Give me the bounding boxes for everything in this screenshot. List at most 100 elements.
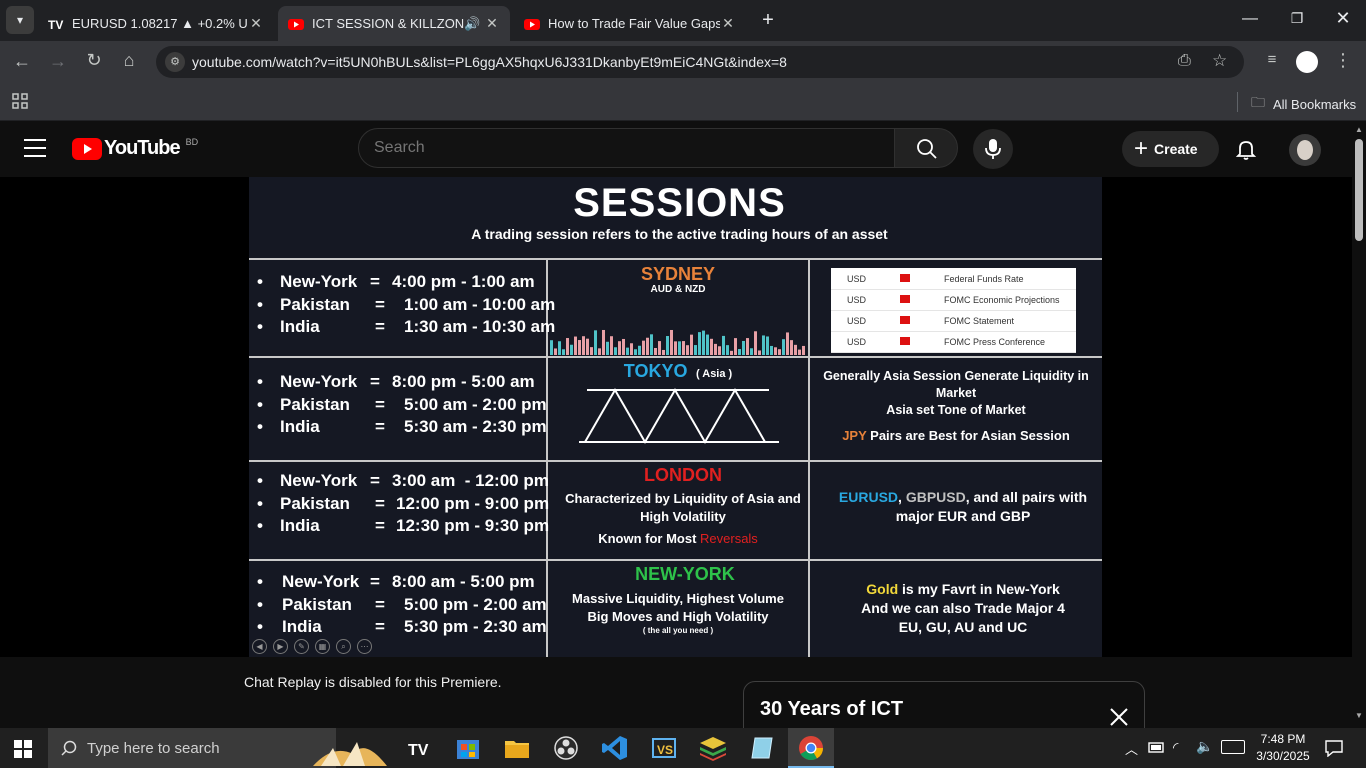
- candle-bar: [646, 337, 649, 355]
- guide-menu-icon[interactable]: [24, 139, 46, 157]
- candle-bar: [750, 348, 753, 355]
- obs-app-icon[interactable]: [551, 733, 581, 763]
- voice-search-button[interactable]: [973, 129, 1013, 169]
- time-range: 5:00 pm - 2:00 am: [404, 594, 547, 614]
- candle-bar: [698, 332, 701, 355]
- restore-button[interactable]: ❐: [1283, 10, 1311, 30]
- country-code: BD: [185, 136, 199, 147]
- candle-bar: [582, 336, 585, 355]
- divider: [249, 258, 1102, 260]
- tradingview-icon: TV: [48, 18, 63, 32]
- apps-grid-icon[interactable]: [11, 92, 29, 110]
- more-options-icon[interactable]: ⋯: [357, 639, 372, 654]
- battery-icon[interactable]: [1147, 740, 1165, 754]
- scroll-up-arrow[interactable]: ▲: [1355, 125, 1363, 134]
- page-scrollbar[interactable]: ▲ ▼: [1352, 121, 1366, 727]
- minimize-button[interactable]: —: [1236, 10, 1264, 30]
- vs-app-icon[interactable]: VS: [649, 733, 679, 763]
- youtube-logo[interactable]: YouTube BD: [72, 137, 198, 160]
- scroll-down-arrow[interactable]: ▼: [1355, 711, 1363, 720]
- slides-icon[interactable]: ▦: [315, 639, 330, 654]
- close-panel-icon[interactable]: [1108, 706, 1130, 728]
- volume-icon[interactable]: 🔈: [1196, 738, 1213, 755]
- pen-icon[interactable]: ✎: [294, 639, 309, 654]
- candle-bar: [666, 336, 669, 355]
- microphone-icon: [985, 139, 1001, 159]
- equals: =: [370, 372, 380, 391]
- tab-search-button[interactable]: ▾: [6, 6, 34, 34]
- site-info-icon[interactable]: ⚙: [165, 52, 185, 72]
- tokyo-label: TOKYO: [623, 361, 688, 381]
- chat-replay-notice: Chat Replay is disabled for this Premier…: [244, 674, 502, 690]
- candle-bar: [578, 340, 581, 355]
- taskbar-search[interactable]: Type here to search: [48, 728, 387, 768]
- browser-tab-fair-value-gaps[interactable]: How to Trade Fair Value Gaps | ✕: [514, 6, 746, 41]
- candle-bar: [554, 348, 557, 355]
- stack-app-icon[interactable]: [698, 733, 728, 763]
- zoom-icon[interactable]: ⌕: [336, 639, 351, 654]
- tradingview-app-icon[interactable]: TV: [405, 733, 435, 763]
- chrome-app-icon[interactable]: [788, 728, 834, 768]
- previous-slide-icon[interactable]: ◀: [252, 639, 267, 654]
- browser-tab-eurusd[interactable]: TV EURUSD 1.08217 ▲ +0.2% Unn ✕: [38, 6, 274, 41]
- candle-bar: [730, 350, 733, 355]
- url-text: youtube.com/watch?v=it5UN0hBULs&list=PL6…: [192, 54, 787, 70]
- time-range: 5:30 pm - 2:30 am: [404, 617, 547, 636]
- search-box[interactable]: [358, 128, 895, 168]
- start-button[interactable]: [14, 740, 32, 758]
- candle-bar: [726, 345, 729, 355]
- file-explorer-icon[interactable]: [502, 733, 532, 763]
- forward-button[interactable]: →: [46, 51, 70, 72]
- candle-bar: [574, 336, 577, 355]
- close-icon[interactable]: ✕: [248, 15, 264, 32]
- jpy-rest: Pairs are Best for Asian Session: [866, 428, 1070, 443]
- profile-avatar[interactable]: [1296, 51, 1318, 73]
- reload-button[interactable]: ↻: [82, 50, 106, 71]
- search-button[interactable]: [894, 128, 958, 168]
- notifications-button[interactable]: [1234, 137, 1260, 163]
- high-impact-icon: [900, 295, 910, 303]
- install-app-icon[interactable]: ⎙: [1178, 52, 1191, 70]
- speaker-icon[interactable]: 🔊: [464, 16, 484, 32]
- store-app-icon[interactable]: [453, 733, 483, 763]
- candle-bar: [606, 341, 609, 355]
- candle-bar: [558, 341, 561, 355]
- close-window-button[interactable]: ✕: [1329, 8, 1357, 30]
- new-tab-button[interactable]: +: [756, 8, 780, 32]
- wifi-icon[interactable]: ◜: [1173, 739, 1178, 756]
- vscode-app-icon[interactable]: [600, 733, 630, 763]
- candle-bar: [662, 349, 665, 355]
- bookmarks-separator: [1237, 92, 1238, 112]
- notifications-icon[interactable]: [1325, 739, 1343, 758]
- search-icon: [61, 740, 77, 756]
- address-bar[interactable]: ⚙ youtube.com/watch?v=it5UN0hBULs&list=P…: [156, 46, 1244, 78]
- newyork-note-3: EU, GU, AU and UC: [898, 619, 1028, 635]
- taskbar-search-placeholder: Type here to search: [87, 739, 220, 757]
- keyboard-icon[interactable]: [1221, 740, 1245, 754]
- scrollbar-thumb[interactable]: [1355, 139, 1363, 241]
- home-button[interactable]: ⌂: [117, 50, 141, 71]
- back-button[interactable]: ←: [10, 51, 34, 72]
- clock[interactable]: 7:48 PM 3/30/2025: [1248, 731, 1318, 765]
- account-avatar[interactable]: [1289, 134, 1321, 166]
- create-button[interactable]: + Create: [1122, 131, 1219, 167]
- candle-bar: [762, 335, 765, 355]
- browser-tab-ict-session[interactable]: ICT SESSION & KILLZONES 🔊 ✕: [278, 6, 510, 41]
- all-bookmarks-button[interactable]: 🗀 All Bookmarks: [1251, 92, 1356, 116]
- media-controls-icon[interactable]: ≡: [1260, 51, 1284, 68]
- london-pairs: EURUSD, GBPUSD, and all pairs with: [810, 489, 1116, 505]
- candle-bar: [754, 331, 757, 355]
- next-slide-icon[interactable]: ▶: [273, 639, 288, 654]
- show-hidden-icons[interactable]: ︿: [1125, 739, 1138, 758]
- candle-bar: [622, 338, 625, 355]
- video-player[interactable]: SESSIONS A trading session refers to the…: [0, 177, 1352, 657]
- candle-bar: [714, 343, 717, 355]
- candle-bar: [618, 341, 621, 355]
- reversals-text: Reversals: [700, 531, 758, 546]
- close-icon[interactable]: ✕: [484, 15, 500, 32]
- bookmark-star-icon[interactable]: ☆: [1212, 51, 1227, 71]
- close-icon[interactable]: ✕: [720, 15, 736, 32]
- notes-app-icon[interactable]: [747, 733, 777, 763]
- search-input[interactable]: [374, 137, 874, 159]
- browser-menu-icon[interactable]: ⋮: [1333, 50, 1353, 71]
